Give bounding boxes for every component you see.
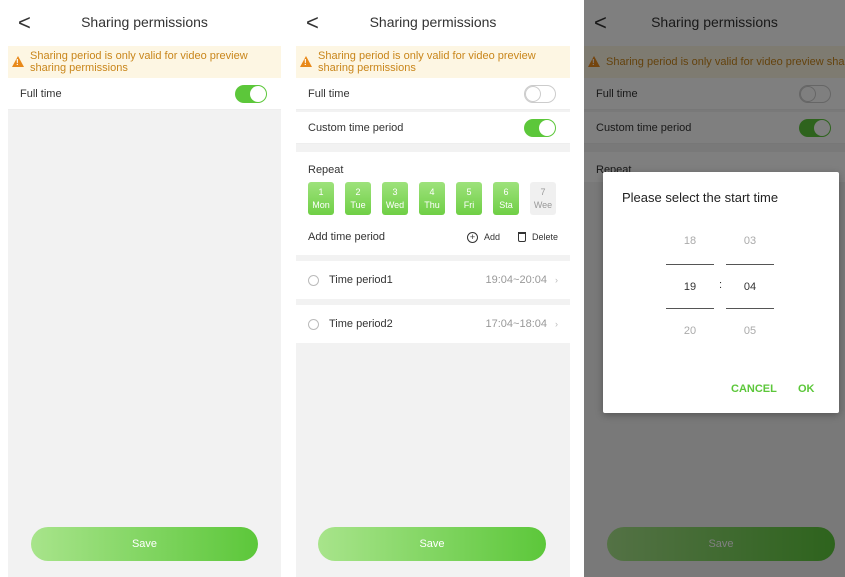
delete-button[interactable]: Delete <box>517 232 558 242</box>
add-period-label: Add time period <box>308 231 386 243</box>
plus-circle-icon: + <box>466 231 478 243</box>
minute-selected[interactable]: 04 <box>726 264 774 309</box>
full-time-toggle[interactable] <box>524 84 556 103</box>
save-button[interactable]: Save <box>31 527 258 561</box>
day-tue[interactable]: 2 Tue <box>345 182 371 215</box>
day-name: Wed <box>385 200 405 210</box>
minute-option[interactable]: 05 <box>726 309 774 354</box>
dialog-title: Please select the start time <box>622 190 779 205</box>
radio-button[interactable] <box>308 274 319 286</box>
repeat-label: Repeat <box>308 164 344 176</box>
minute-picker[interactable]: 03 04 05 <box>726 219 774 354</box>
toggle-knob <box>525 85 541 102</box>
day-thu[interactable]: 4 Thu <box>419 182 445 215</box>
full-time-label: Full time <box>308 87 350 100</box>
full-time-row: Full time <box>8 78 281 110</box>
day-name: Tue <box>350 200 366 210</box>
warning-icon <box>12 56 24 69</box>
radio-button[interactable] <box>308 318 319 330</box>
day-number: 7 <box>540 187 546 197</box>
day-number: 4 <box>429 187 435 197</box>
cancel-button[interactable]: CANCEL <box>731 383 777 395</box>
delete-label: Delete <box>531 232 558 242</box>
minute-option[interactable]: 03 <box>726 219 774 264</box>
full-time-toggle[interactable] <box>235 84 267 103</box>
page-title: Sharing permissions <box>369 14 497 30</box>
day-number: 2 <box>355 187 361 197</box>
add-label: Add <box>483 232 500 242</box>
add-period-row: Add time period + Add Delete <box>296 225 570 255</box>
screen-custom-period: < Sharing permissions Sharing period is … <box>296 0 570 577</box>
custom-period-row: Custom time period <box>296 112 570 144</box>
day-number: 6 <box>503 187 509 197</box>
time-period-item[interactable]: Time period2 17:04~18:04 › <box>296 305 570 343</box>
ok-button[interactable]: OK <box>798 383 815 395</box>
hour-selected[interactable]: 19 <box>666 264 714 309</box>
header: < Sharing permissions <box>8 0 281 46</box>
custom-period-toggle[interactable] <box>524 118 556 137</box>
toggle-knob <box>539 119 555 136</box>
time-picker-dialog: Please select the start time 18 19 20 : … <box>603 172 839 413</box>
day-number: 3 <box>392 187 398 197</box>
notice-banner: Sharing period is only valid for video p… <box>296 46 570 78</box>
chevron-right-icon: › <box>555 319 558 329</box>
time-separator: : <box>719 279 723 291</box>
hour-option[interactable]: 18 <box>666 219 714 264</box>
screen-full-time: < Sharing permissions Sharing period is … <box>8 0 281 577</box>
repeat-section: Repeat 1 Mon 2 Tue 3 Wed 4 Thu 5 Fri 6 Sta 7 We… <box>296 152 570 255</box>
time-period-item[interactable]: Time period1 19:04~20:04 › <box>296 261 570 299</box>
period-name: Time period1 <box>329 274 393 286</box>
period-name: Time period2 <box>329 318 393 330</box>
period-range: 17:04~18:04 <box>485 318 547 330</box>
period-range: 19:04~20:04 <box>485 274 547 286</box>
hour-option[interactable]: 20 <box>666 309 714 354</box>
trash-icon <box>517 232 526 242</box>
day-sun[interactable]: 7 Wee <box>530 182 556 215</box>
full-time-label: Full time <box>20 87 62 100</box>
day-name: Fri <box>463 200 475 210</box>
hour-picker[interactable]: 18 19 20 <box>666 219 714 354</box>
day-number: 5 <box>466 187 472 197</box>
day-name: Sta <box>499 200 513 210</box>
screen-time-picker: < Sharing permissions Sharing period is … <box>584 0 845 577</box>
chevron-right-icon: › <box>555 275 558 285</box>
day-name: Thu <box>424 200 440 210</box>
day-wed[interactable]: 3 Wed <box>382 182 408 215</box>
day-name: Wee <box>533 200 553 210</box>
header: < Sharing permissions <box>296 0 570 46</box>
notice-banner: Sharing period is only valid for video p… <box>8 46 281 78</box>
add-button[interactable]: + Add <box>466 231 500 243</box>
day-name: Mon <box>312 200 330 210</box>
warning-icon <box>300 56 312 69</box>
day-selector: 1 Mon 2 Tue 3 Wed 4 Thu 5 Fri 6 Sta 7 Wee <box>296 182 570 225</box>
day-fri[interactable]: 5 Fri <box>456 182 482 215</box>
toggle-knob <box>250 85 266 102</box>
page-title: Sharing permissions <box>81 14 208 30</box>
day-mon[interactable]: 1 Mon <box>308 182 334 215</box>
save-button[interactable]: Save <box>318 527 546 561</box>
notice-text: Sharing period is only valid for video p… <box>30 49 248 74</box>
day-sat[interactable]: 6 Sta <box>493 182 519 215</box>
day-number: 1 <box>318 187 324 197</box>
full-time-row: Full time <box>296 78 570 110</box>
period-actions: + Add Delete <box>466 231 558 243</box>
custom-period-label: Custom time period <box>308 121 404 134</box>
notice-text: Sharing period is only valid for video p… <box>318 49 536 74</box>
